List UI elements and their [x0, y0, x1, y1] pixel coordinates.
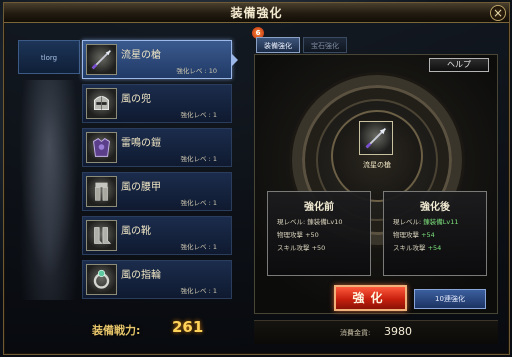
stat-value: 錬装備Lv11: [423, 218, 459, 226]
stat-line: スキル攻撃 +54: [393, 242, 486, 252]
stat-value: +50: [305, 231, 319, 239]
equipment-item-ring[interactable]: 風の指輪 強化レベ : 1: [82, 260, 232, 299]
item-level: 強化レベ : 10: [176, 67, 217, 75]
equipment-item-boots[interactable]: 風の靴 強化レベ : 1: [82, 216, 232, 255]
stat-label: 現レベル:: [393, 218, 422, 226]
stat-value: 錬装備Lv10: [307, 218, 343, 226]
helmet-icon: [86, 88, 117, 119]
combat-power-label: 装備戦力:: [92, 324, 141, 337]
item-level: 強化レベ : 1: [180, 199, 217, 207]
close-button[interactable]: ×: [490, 5, 506, 21]
stat-label: 物理攻撃: [277, 231, 303, 239]
stat-label: スキル攻撃: [277, 244, 310, 252]
character-tab[interactable]: tlorg: [18, 40, 80, 74]
stat-label: 現レベル:: [277, 218, 306, 226]
equipment-item-leg-armor[interactable]: 風の腰甲 強化レベ : 1: [82, 172, 232, 211]
selected-item-name: 流星の槍: [363, 161, 391, 169]
spear-icon: [359, 121, 393, 155]
stat-label: スキル攻撃: [393, 244, 426, 252]
armor-icon: [86, 132, 117, 163]
stat-value: +54: [421, 231, 435, 239]
stat-value: +50: [311, 244, 326, 252]
ring-icon: [86, 264, 117, 295]
item-name: 流星の槍: [121, 50, 161, 61]
stat-line: スキル攻撃 +50: [277, 242, 370, 252]
enhance-panel: ヘルプ 流星の槍 強化前 現レベル: 錬装備Lv10 物理攻撃 +50 スキル攻…: [254, 54, 498, 314]
stats-after-title: 強化後: [420, 202, 450, 213]
window-title: 装備強化: [4, 3, 509, 23]
spear-icon: [86, 44, 117, 75]
equipment-item-spear[interactable]: 流星の槍 強化レベ : 10: [82, 40, 238, 79]
cost-bar: 消費金貨: 3980: [254, 320, 498, 344]
character-portrait: [14, 80, 84, 300]
stat-line: 物理攻撃 +54: [393, 229, 486, 239]
stat-line: 現レベル: 錬装備Lv11: [393, 216, 486, 226]
equipment-item-armor[interactable]: 雷鳴の鎧 強化レベ : 1: [82, 128, 232, 167]
boots-icon: [86, 220, 117, 251]
item-level: 強化レベ : 1: [180, 243, 217, 251]
stat-value: +54: [427, 244, 442, 252]
stats-before-title: 強化前: [304, 202, 334, 213]
leg-armor-icon: [86, 176, 117, 207]
multi-enhance-button[interactable]: 10連強化: [414, 289, 486, 309]
stat-line: 物理攻撃 +50: [277, 229, 370, 239]
tab-equipment-enhance[interactable]: 装備強化: [256, 37, 300, 53]
item-level: 強化レベ : 1: [180, 287, 217, 295]
item-name: 風の靴: [121, 226, 151, 237]
item-name: 風の指輪: [121, 270, 161, 281]
item-name: 雷鳴の鎧: [121, 138, 161, 149]
equipment-item-helmet[interactable]: 風の兜 強化レベ : 1: [82, 84, 232, 123]
stat-line: 現レベル: 錬装備Lv10: [277, 216, 370, 226]
tab-gem-enhance[interactable]: 宝石強化: [303, 37, 347, 53]
item-name: 風の兜: [121, 94, 151, 105]
stat-label: 物理攻撃: [393, 231, 419, 239]
item-level: 強化レベ : 1: [180, 111, 217, 119]
item-name: 風の腰甲: [121, 182, 161, 193]
item-level: 強化レベ : 1: [180, 155, 217, 163]
cost-value: 3980: [384, 325, 412, 338]
help-button[interactable]: ヘルプ: [429, 58, 489, 72]
stats-after-box: 強化後 現レベル: 錬装備Lv11 物理攻撃 +54 スキル攻撃 +54: [383, 191, 487, 276]
enhance-button[interactable]: 強化: [334, 285, 407, 311]
combat-power-value: 261: [172, 318, 204, 336]
cost-label: 消費金貨:: [340, 329, 371, 337]
stats-before-box: 強化前 現レベル: 錬装備Lv10 物理攻撃 +50 スキル攻撃 +50: [267, 191, 371, 276]
equipment-list: 流星の槍 強化レベ : 10 風の兜 強化レベ : 1 雷鳴の鎧 強化レベ : …: [82, 40, 238, 302]
